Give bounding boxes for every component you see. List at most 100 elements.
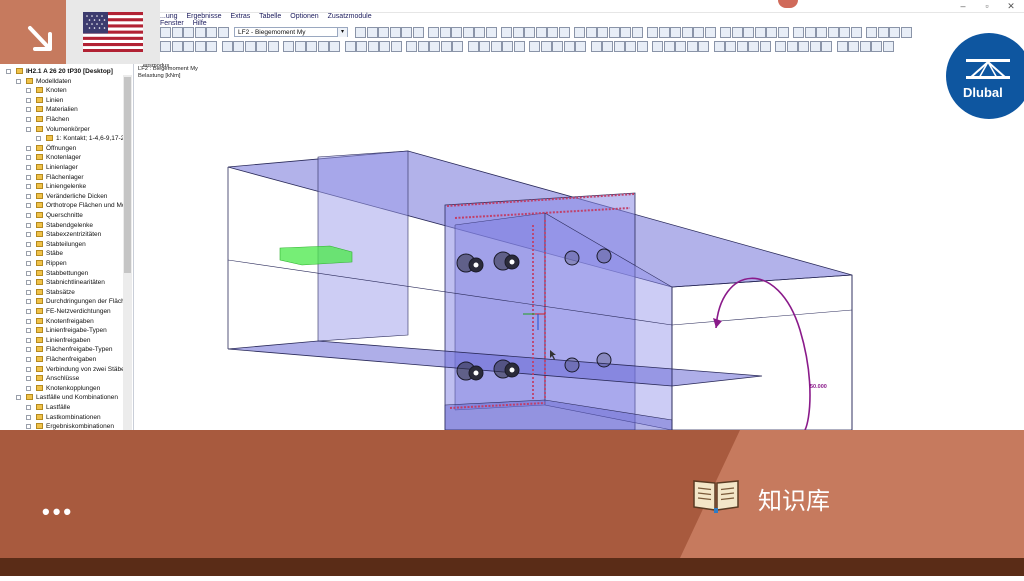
toolbar-tool-icon[interactable] xyxy=(206,41,217,52)
loadcase-select[interactable]: LF2 - Biegemoment My ▾ xyxy=(234,27,348,37)
tree-expander-icon[interactable] xyxy=(26,203,31,209)
tree-node[interactable]: Knotenlager xyxy=(26,153,81,163)
toolbar-tool-icon[interactable] xyxy=(513,41,525,52)
tree-node[interactable]: Verbindung von zwei Stäbe xyxy=(26,365,125,375)
toolbar-tool-icon[interactable] xyxy=(563,41,575,52)
tree-expander-icon[interactable] xyxy=(26,213,31,218)
tree-expander-icon[interactable] xyxy=(26,165,31,170)
tree-expander-icon[interactable] xyxy=(26,145,31,151)
toolbar-tool-icon[interactable] xyxy=(759,41,771,52)
toolbar-tool-icon[interactable] xyxy=(859,41,871,52)
toolbar-tool-icon[interactable] xyxy=(575,41,586,52)
toolbar-tool-icon[interactable] xyxy=(512,27,524,38)
toolbar-tool-icon[interactable] xyxy=(731,27,743,38)
toolbar-tool-icon[interactable] xyxy=(693,27,704,38)
tree-node[interactable]: Ergebniskombinationen xyxy=(26,422,114,430)
toolbar-tool-icon[interactable] xyxy=(356,41,367,52)
tree-expander-icon[interactable] xyxy=(26,126,31,132)
toolbar-tool-icon[interactable] xyxy=(221,41,233,52)
tree-expander-icon[interactable] xyxy=(26,337,31,343)
toolbar-tool-icon[interactable] xyxy=(590,41,602,52)
toolbar-tool-icon[interactable] xyxy=(743,27,754,38)
tree-node[interactable]: Linienfreigaben xyxy=(26,336,90,346)
toolbar-tool-icon[interactable] xyxy=(428,27,439,38)
tree-node[interactable]: Lastfälle xyxy=(26,403,70,413)
menu-optionen[interactable]: Optionen xyxy=(290,13,318,20)
toolbar-tool-icon[interactable] xyxy=(379,41,390,52)
toolbar-tool-icon[interactable] xyxy=(775,41,786,52)
toolbar-tool-icon[interactable] xyxy=(736,41,748,52)
tree-node[interactable]: Flächenlager xyxy=(26,173,84,183)
toolbar-tool-icon[interactable] xyxy=(256,41,267,52)
tree-node[interactable]: Stabbettungen xyxy=(26,269,88,279)
toolbar-tool-icon[interactable] xyxy=(793,27,804,38)
toolbar-tool-icon[interactable] xyxy=(366,27,378,38)
tree-node[interactable]: Knotenfreigaben xyxy=(26,317,94,327)
toolbar-tool-icon[interactable] xyxy=(809,41,821,52)
toolbar-tool-icon[interactable] xyxy=(625,41,636,52)
toolbar-tool-icon[interactable] xyxy=(529,41,540,52)
toolbar-tool-icon[interactable] xyxy=(636,41,648,52)
toolbar-tool-icon[interactable] xyxy=(160,41,171,52)
toolbar-tool-icon[interactable] xyxy=(850,27,862,38)
tree-expander-icon[interactable] xyxy=(26,424,31,430)
tree-expander-icon[interactable] xyxy=(26,184,31,190)
toolbar-tool-icon[interactable] xyxy=(439,27,451,38)
tree-node[interactable]: Stabsätze xyxy=(26,288,75,298)
toolbar-tool-icon[interactable] xyxy=(658,27,670,38)
expand-corner-button[interactable] xyxy=(0,0,66,64)
toolbar-tool-icon[interactable] xyxy=(686,41,698,52)
menu-tabelle[interactable]: Tabelle xyxy=(259,13,281,20)
menu-extras[interactable]: Extras xyxy=(230,13,250,20)
toolbar-tool-icon[interactable] xyxy=(474,27,485,38)
tree-expander-icon[interactable] xyxy=(26,261,31,266)
tree-root-node[interactable]: IH2.1 A 26 20 tP30 [Desktop] xyxy=(6,67,113,77)
tree-expander-icon[interactable] xyxy=(26,97,31,103)
toolbar-tool-icon[interactable] xyxy=(552,41,563,52)
toolbar-tool-icon[interactable] xyxy=(839,27,850,38)
toolbar-tool-icon[interactable] xyxy=(798,41,809,52)
toolbar-tool-icon[interactable] xyxy=(490,41,502,52)
toolbar-tool-icon[interactable] xyxy=(378,27,389,38)
toolbar-tool-icon[interactable] xyxy=(558,27,570,38)
toolbar-tool-icon[interactable] xyxy=(670,27,681,38)
tree-node[interactable]: Flächen xyxy=(26,115,69,125)
tree-expander-icon[interactable] xyxy=(26,318,31,324)
toolbar-tool-icon[interactable] xyxy=(675,41,686,52)
toolbar-tool-icon[interactable] xyxy=(479,41,490,52)
tree-node[interactable]: Stabteilungen xyxy=(26,240,86,250)
tree-expander-icon[interactable] xyxy=(26,241,31,247)
tree-expander-icon[interactable] xyxy=(26,270,31,276)
toolbar-tool-icon[interactable] xyxy=(704,27,716,38)
tree-expander-icon[interactable] xyxy=(26,385,31,391)
toolbar-tool-icon[interactable] xyxy=(233,41,244,52)
tree-expander-icon[interactable] xyxy=(26,357,31,362)
tree-expander-icon[interactable] xyxy=(26,289,31,295)
toolbar-tool-icon[interactable] xyxy=(194,27,206,38)
toolbar-tool-icon[interactable] xyxy=(720,27,731,38)
toolbar-tool-icon[interactable] xyxy=(877,27,889,38)
toolbar-tool-icon[interactable] xyxy=(786,41,798,52)
toolbar-tool-icon[interactable] xyxy=(602,41,613,52)
toolbar-tool-icon[interactable] xyxy=(900,27,912,38)
model-viewport[interactable]: ...eitsmodus LF2 : Biegemoment My Belast… xyxy=(136,62,1024,430)
toolbar-tool-icon[interactable] xyxy=(267,41,279,52)
toolbar-tool-icon[interactable] xyxy=(827,27,839,38)
toolbar-tool-icon[interactable] xyxy=(613,41,625,52)
toolbar-tool-icon[interactable] xyxy=(574,27,585,38)
close-button[interactable]: ✕ xyxy=(1002,0,1020,12)
toolbar-tool-icon[interactable] xyxy=(698,41,709,52)
tree-expander-icon[interactable] xyxy=(26,366,31,372)
toolbar-tool-icon[interactable] xyxy=(540,41,552,52)
tree-expander-icon[interactable] xyxy=(26,376,31,382)
tree-node[interactable]: 1: Kontakt; 1-4,6-9,17-22 xyxy=(36,134,128,144)
toolbar-tool-icon[interactable] xyxy=(283,41,294,52)
tree-node[interactable]: Veränderliche Dicken xyxy=(26,192,107,202)
toolbar-tool-icon[interactable] xyxy=(502,41,513,52)
tree-expander-icon[interactable] xyxy=(26,347,31,353)
tree-expander-icon[interactable] xyxy=(26,299,31,305)
toolbar-tool-icon[interactable] xyxy=(406,41,417,52)
toolbar-tool-icon[interactable] xyxy=(754,27,766,38)
toolbar-tool-icon[interactable] xyxy=(681,27,693,38)
tree-node[interactable]: Anschlüsse xyxy=(26,374,79,384)
